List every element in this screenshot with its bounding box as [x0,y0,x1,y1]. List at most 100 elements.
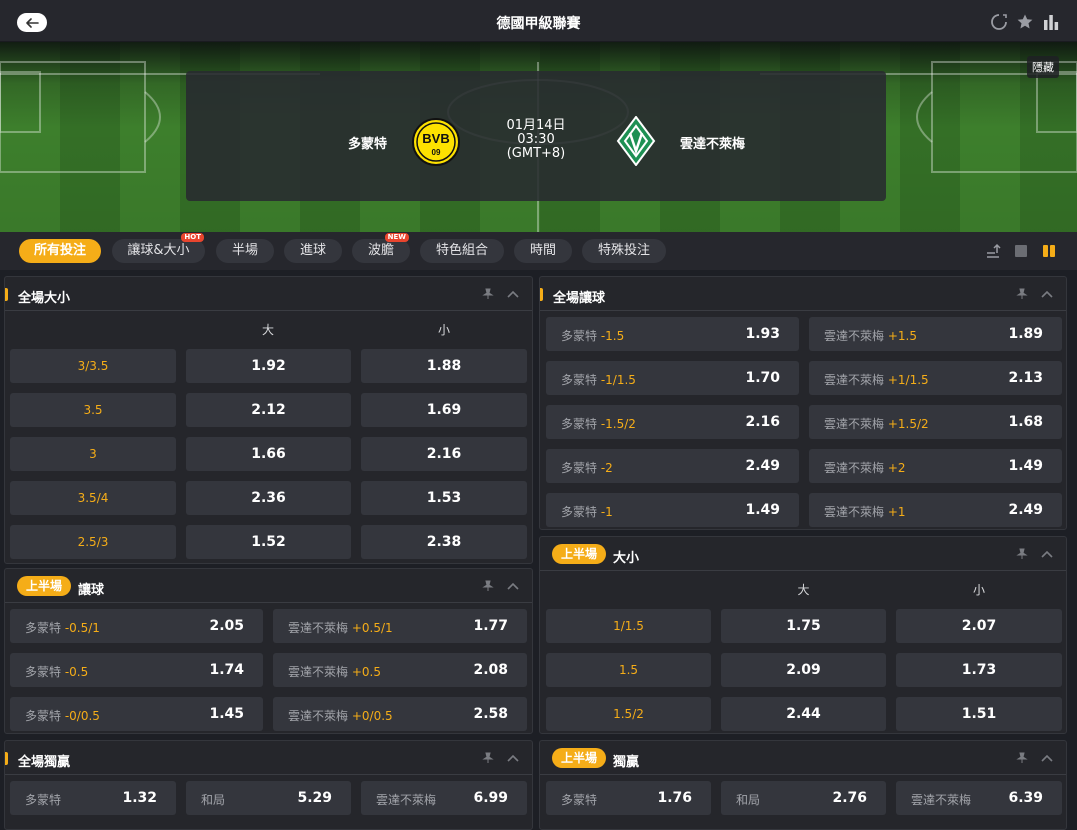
pin-icon[interactable] [1016,288,1028,300]
odds-button-over[interactable]: 2.12 [186,393,351,427]
handicap-value: -0.5 [64,665,89,679]
hide-banner-button[interactable]: 隱藏 [1027,56,1059,78]
panel-header[interactable]: 上半場 讓球 [5,569,532,603]
odds-button-over[interactable]: 2.36 [186,481,351,515]
odds-button-draw[interactable]: 和局 2.76 [721,781,886,815]
tab-goals[interactable]: 進球 [284,239,342,263]
chevron-up-icon[interactable] [1040,289,1054,299]
single-column-icon[interactable] [1013,243,1029,263]
odds-value: 2.12 [251,402,286,418]
team-name: 雲達不萊梅 [288,709,349,723]
panel-header[interactable]: 全場大小 [5,277,532,311]
pin-icon[interactable] [1016,752,1028,764]
stats-icon[interactable] [1042,13,1060,31]
team-name: 多蒙特 [561,793,598,807]
odds-button-under[interactable]: 1.88 [361,349,527,383]
panel-header[interactable]: 全場讓球 [540,277,1066,311]
odds-button-away[interactable]: 雲達不萊梅 +2 1.49 [809,449,1062,483]
tab-handicap-ou[interactable]: 讓球&大小 HOT [112,233,205,263]
odds-button-draw[interactable]: 和局 5.29 [186,781,351,815]
odds-button-over[interactable]: 1.66 [186,437,351,471]
odds-button-home[interactable]: 多蒙特 1.32 [10,781,176,815]
odds-button-home[interactable]: 多蒙特 -2 2.49 [546,449,799,483]
panel-header[interactable]: 全場獨贏 [5,741,532,775]
odds-button-over[interactable]: 2.44 [721,697,886,731]
panel-title: 全場大小 [18,291,71,306]
line-value: 2.5/3 [77,535,109,549]
odds-button-home[interactable]: 多蒙特 -0/0.5 1.45 [10,697,263,731]
selection-label: 多蒙特 -1.5/2 [561,415,636,432]
odds-button-away[interactable]: 雲達不萊梅 6.39 [896,781,1062,815]
odds-button-over[interactable]: 1.92 [186,349,351,383]
tab-label: 特殊投注 [597,243,650,258]
odds-value: 2.07 [961,618,997,634]
odds-button-over[interactable]: 1.75 [721,609,886,643]
tab-special-combo[interactable]: 特色組合 [420,239,504,263]
odds-value: 1.52 [251,534,286,550]
odds-value: 1.93 [745,326,780,342]
odds-button-home[interactable]: 多蒙特 -1/1.5 1.70 [546,361,799,395]
team-name: 多蒙特 [561,461,598,475]
collapse-all-icon[interactable] [985,243,1001,263]
match-date: 01月14日 [506,118,566,133]
line-value: 1.5/2 [613,707,644,721]
refresh-icon[interactable] [990,13,1008,31]
odds-button-under[interactable]: 2.07 [896,609,1062,643]
tab-correct-score[interactable]: 波膽 NEW [352,233,410,263]
odds-button-home[interactable]: 多蒙特 -1.5 1.93 [546,317,799,351]
panel-title: 全場獨贏 [18,755,71,770]
handicap-value: -2 [600,461,613,475]
panel-title: 獨贏 [613,755,640,770]
star-icon[interactable] [1016,13,1034,31]
pin-icon[interactable] [482,288,494,300]
odds-button-home[interactable]: 多蒙特 -0.5 1.74 [10,653,263,687]
odds-button-away[interactable]: 雲達不萊梅 6.99 [361,781,527,815]
odds-button-over[interactable]: 1.52 [186,525,351,559]
tab-special-bets[interactable]: 特殊投注 [582,239,666,263]
selection-label: 雲達不萊梅 +0/0.5 [288,707,393,724]
tab-half-time[interactable]: 半場 [216,239,274,263]
odds-button-under[interactable]: 1.73 [896,653,1062,687]
odds-button-away[interactable]: 雲達不萊梅 +1 2.49 [809,493,1062,527]
odds-button-under[interactable]: 1.53 [361,481,527,515]
odds-button-away[interactable]: 雲達不萊梅 +1/1.5 2.13 [809,361,1062,395]
odds-value: 1.75 [786,618,821,634]
chevron-up-icon[interactable] [1040,549,1054,559]
match-banner: 隱藏 多蒙特 BVB 09 01月14日 03:30 (GMT+8) 雲達不萊梅 [0,42,1077,232]
odds-button-away[interactable]: 雲達不萊梅 +0.5/1 1.77 [273,609,527,643]
chevron-up-icon[interactable] [506,753,520,763]
line-value: 3.5 [83,403,103,417]
odds-button-home[interactable]: 多蒙特 1.76 [546,781,711,815]
column-header-over: 大 [261,323,274,337]
chevron-up-icon[interactable] [506,581,520,591]
odds-button-home[interactable]: 多蒙特 -1.5/2 2.16 [546,405,799,439]
pin-icon[interactable] [482,580,494,592]
odds-button-away[interactable]: 雲達不萊梅 +1.5 1.89 [809,317,1062,351]
odds-button-over[interactable]: 2.09 [721,653,886,687]
pin-icon[interactable] [1016,548,1028,560]
odds-value: 6.39 [1008,790,1043,806]
odds-value: 1.68 [1008,414,1043,430]
odds-button-under[interactable]: 2.38 [361,525,527,559]
selection-label: 雲達不萊梅 +0.5 [288,663,381,680]
tab-time[interactable]: 時間 [514,239,572,263]
odds-button-home[interactable]: 多蒙特 -0.5/1 2.05 [10,609,263,643]
odds-button-under[interactable]: 1.51 [896,697,1062,731]
odds-value: 2.05 [209,618,244,634]
chevron-up-icon[interactable] [1040,753,1054,763]
panel-header[interactable]: 上半場 獨贏 [540,741,1066,775]
panel-header[interactable]: 上半場 大小 [540,537,1066,571]
new-badge: NEW [384,233,409,242]
odds-button-away[interactable]: 雲達不萊梅 +0.5 2.08 [273,653,527,687]
odds-button-under[interactable]: 2.16 [361,437,527,471]
tab-all-bets[interactable]: 所有投注 [19,239,101,263]
double-column-icon[interactable] [1041,243,1057,263]
odds-button-home[interactable]: 多蒙特 -1 1.49 [546,493,799,527]
home-logo-number: 09 [432,148,441,157]
odds-button-away[interactable]: 雲達不萊梅 +0/0.5 2.58 [273,697,527,731]
first-half-badge: 上半場 [552,544,607,564]
odds-button-under[interactable]: 1.69 [361,393,527,427]
odds-button-away[interactable]: 雲達不萊梅 +1.5/2 1.68 [809,405,1062,439]
chevron-up-icon[interactable] [506,289,520,299]
pin-icon[interactable] [482,752,494,764]
